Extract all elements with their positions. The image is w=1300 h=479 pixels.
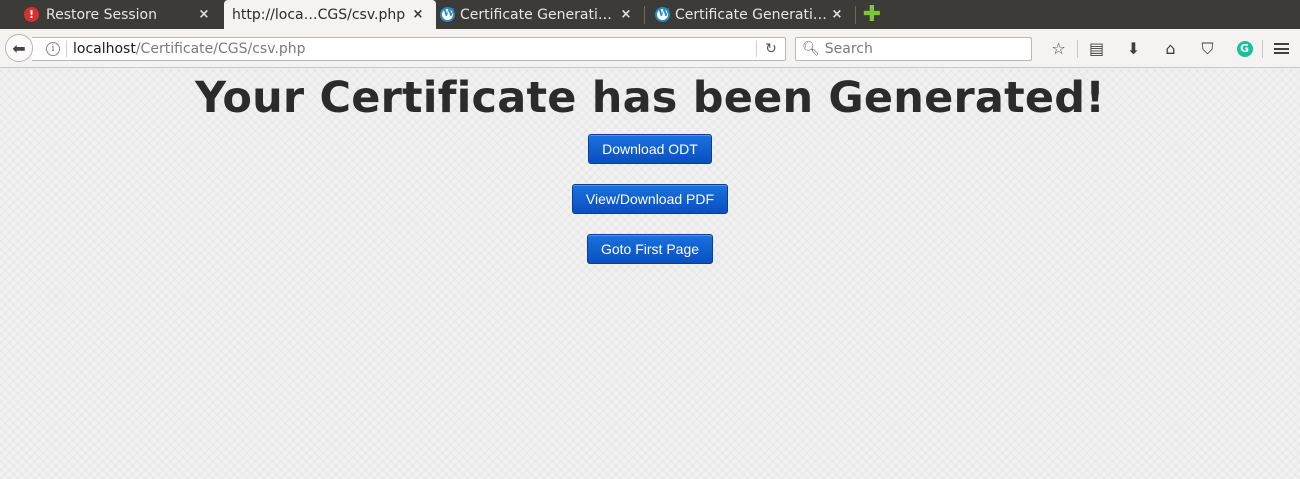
url-host: localhost [73,41,136,57]
wordpress-icon: W [655,7,670,22]
tab-label: Certificate Generati… [460,6,612,23]
back-arrow-icon: ⬅ [12,38,26,58]
bookmark-star-icon[interactable]: ☆ [1040,29,1077,68]
back-button[interactable]: ⬅ [5,34,33,62]
tab-certificate-generation-1[interactable]: W Certificate Generati… × [436,0,644,29]
pocket-icon[interactable]: ⛉ [1189,29,1226,68]
toolbar-icons: ☆ ▤ ⬇ ⌂ ⛉ G [1040,29,1263,68]
goto-first-page-button[interactable]: Goto First Page [586,234,714,264]
close-icon[interactable]: × [829,7,845,22]
tab-csv-php[interactable]: http://loca…CGS/csv.php × [224,0,436,29]
url-path: /Certificate/CGS/csv.php [135,41,306,57]
reload-icon[interactable]: ↻ [757,41,785,57]
page-content: Your Certificate has been Generated! Dow… [0,69,1300,479]
wordpress-icon: W [440,7,455,22]
page-title: Your Certificate has been Generated! [194,73,1106,123]
search-bar[interactable]: 🔍︎ [795,37,1032,61]
tab-label: Certificate Generati… [675,6,827,23]
warning-icon: ! [24,7,39,22]
view-download-pdf-button[interactable]: View/Download PDF [571,184,729,214]
download-odt-button[interactable]: Download ODT [588,134,712,164]
close-icon[interactable]: × [410,7,426,22]
button-row: View/Download PDF [0,184,1300,234]
tab-restore-session[interactable]: ! Restore Session × [0,0,222,29]
hamburger-menu-icon[interactable] [1266,29,1296,68]
button-row: Goto First Page [0,234,1300,284]
home-icon[interactable]: ⌂ [1152,29,1189,68]
close-icon[interactable]: × [618,7,634,22]
grammarly-icon[interactable]: G [1226,29,1263,68]
button-row: Download ODT [0,134,1300,184]
search-input[interactable] [824,41,1025,57]
tab-certificate-generation-2[interactable]: W Certificate Generati… × [645,0,855,29]
url-bar[interactable]: i localhost /Certificate/CGS/csv.php ↻ [32,37,786,61]
url-divider [66,41,67,57]
menu-divider [1262,40,1263,58]
download-icon[interactable]: ⬇ [1115,29,1152,68]
navigation-toolbar: i localhost /Certificate/CGS/csv.php ↻ ⬅… [0,29,1300,68]
close-icon[interactable]: × [196,7,212,22]
search-icon: 🔍︎ [802,41,820,57]
reading-list-icon[interactable]: ▤ [1078,29,1115,68]
tab-label: http://loca…CGS/csv.php [232,6,406,23]
site-info-icon[interactable]: i [46,42,60,56]
tab-label: Restore Session [46,6,157,23]
tab-strip: ! Restore Session × http://loca…CGS/csv.… [0,0,1300,29]
new-tab-plus-icon[interactable]: ✚ [856,0,888,29]
